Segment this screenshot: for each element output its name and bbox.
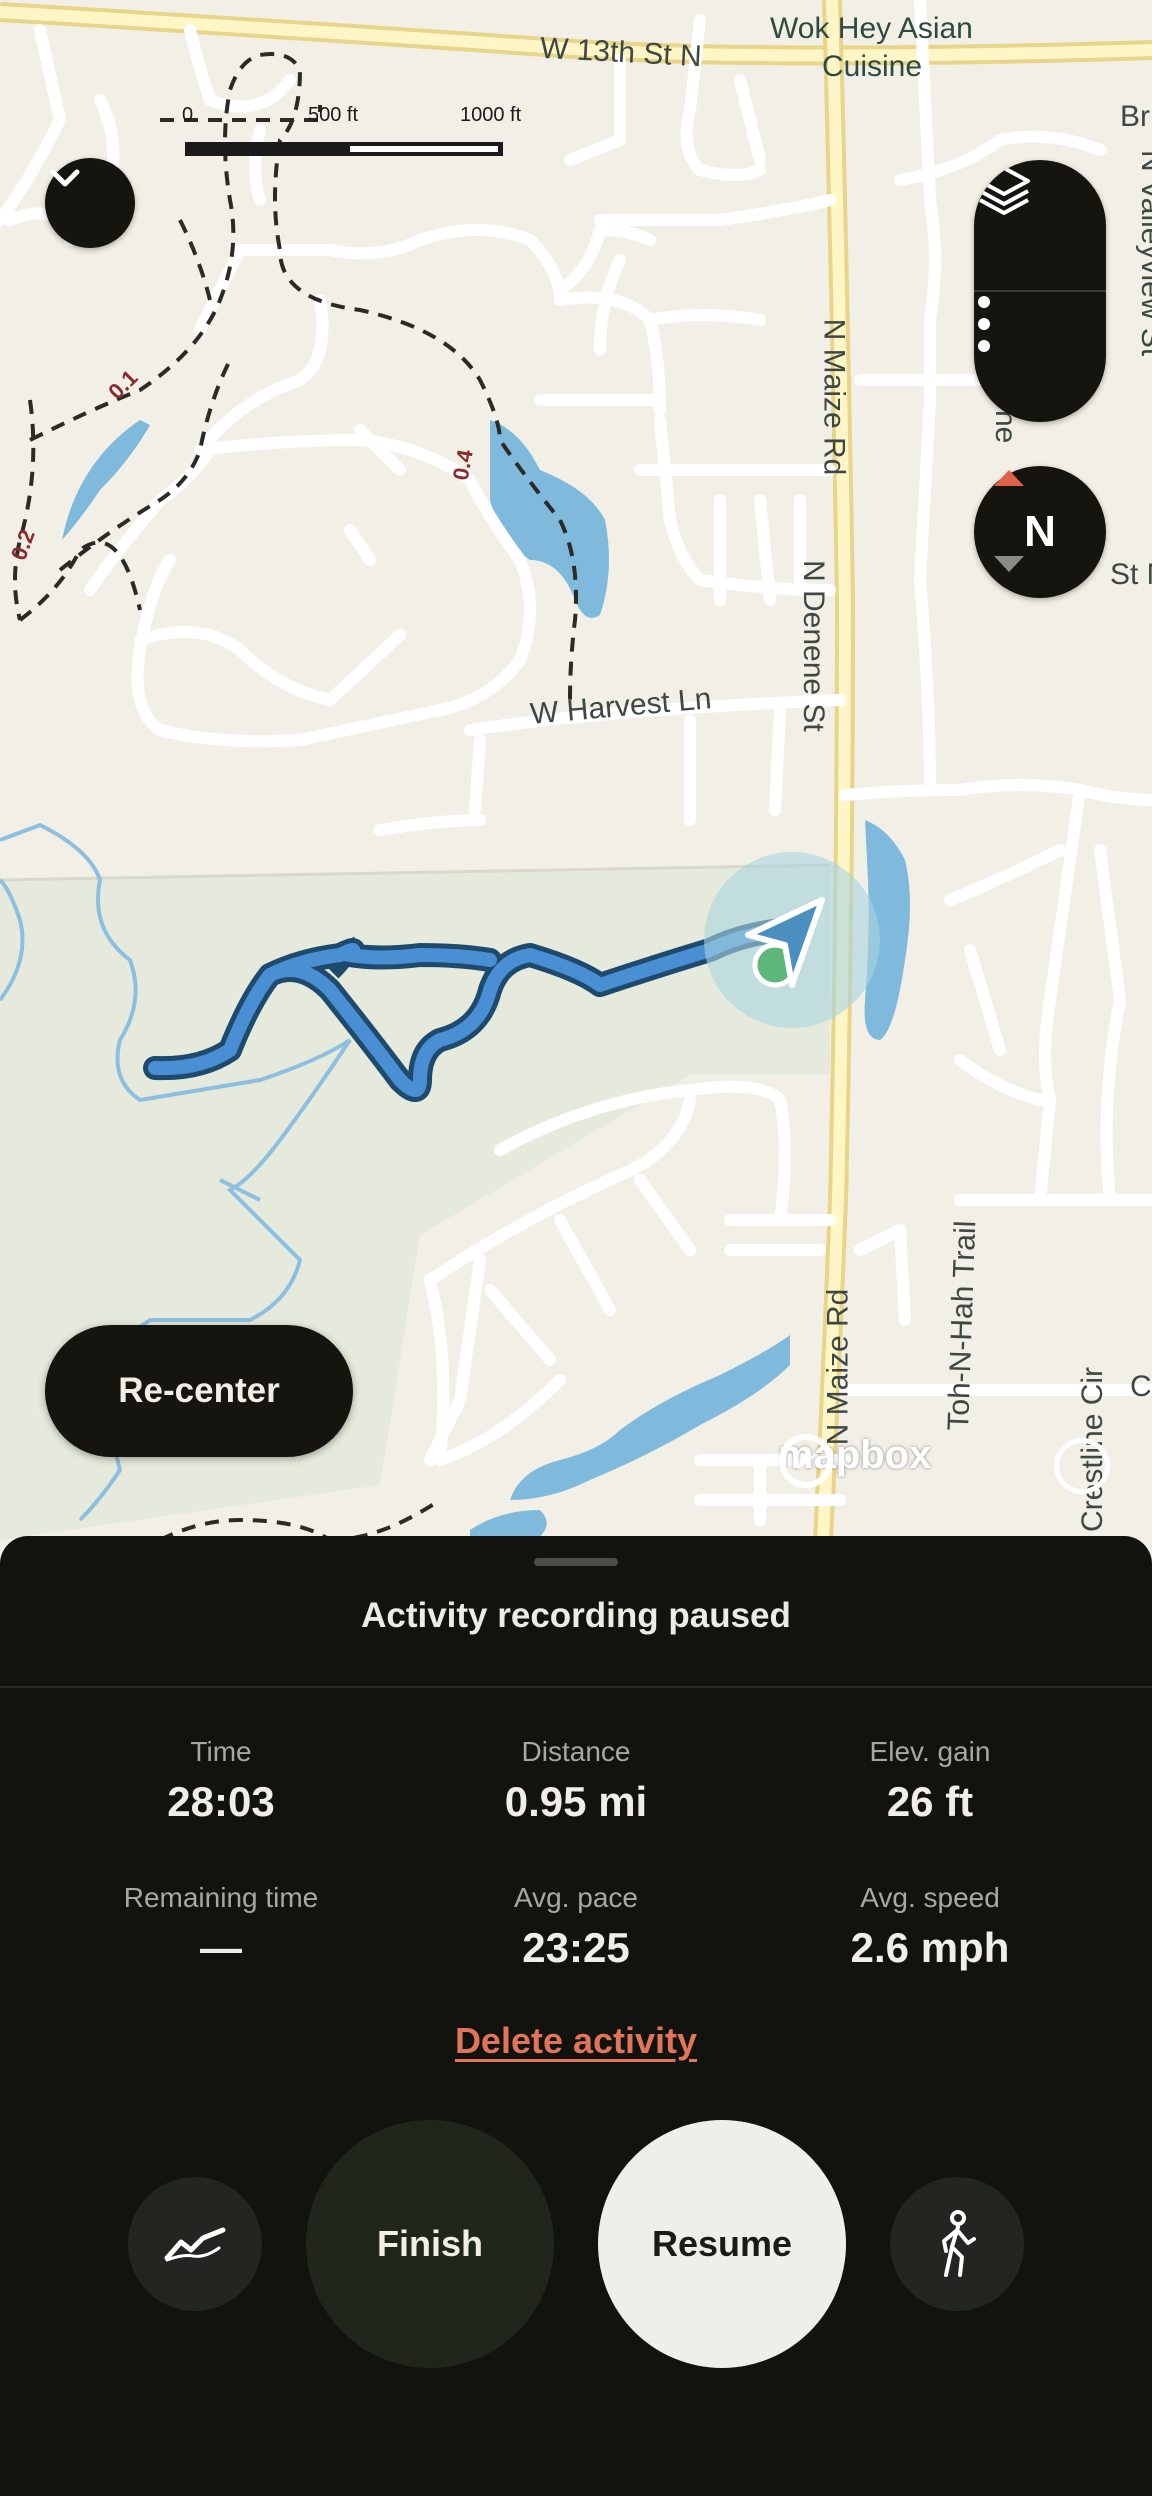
activity-bottom-sheet: Activity recording paused Time 28:03 Dis… <box>0 1536 1152 2496</box>
stat-label: Remaining time <box>123 1882 319 1913</box>
stats-chart-button[interactable] <box>128 2177 262 2311</box>
poi-label[interactable]: Wok Hey Asian <box>770 12 973 46</box>
stat-elev-gain: Elev. gain 26 ft <box>740 1736 1120 1826</box>
trail-marker: 0.4 <box>447 447 478 483</box>
sheet-drag-handle[interactable] <box>534 1558 618 1566</box>
street-label-maize-top: N Maize Rd <box>817 318 851 476</box>
poi-label-line2[interactable]: Cuisine <box>822 50 922 84</box>
more-options-button[interactable] <box>974 292 1106 422</box>
stat-time: Time 28:03 <box>31 1736 411 1826</box>
activity-type-button[interactable] <box>890 2177 1024 2311</box>
sheet-divider <box>0 1686 1152 1688</box>
hiking-person-icon <box>942 2210 976 2277</box>
layers-icon <box>978 166 1030 215</box>
street-label-maize-bottom: N Maize Rd <box>821 1288 855 1446</box>
stat-label: Distance <box>521 1736 631 1767</box>
delete-activity-link[interactable]: Delete activity <box>0 2020 1152 2062</box>
stat-label: Avg. pace <box>513 1882 639 1913</box>
finish-button[interactable]: Finish <box>306 2120 554 2368</box>
mapbox-attribution[interactable]: mapbox <box>778 1433 931 1488</box>
stat-value: 2.6 mph <box>850 1924 1010 1971</box>
resume-button[interactable]: Resume <box>598 2120 846 2368</box>
stat-value: 0.95 mi <box>504 1778 648 1825</box>
street-label-valleyview: N Valleyview St <box>1135 150 1152 357</box>
collapse-button[interactable] <box>45 158 135 248</box>
street-label-br: Br <box>1120 100 1150 133</box>
chevron-down-icon <box>50 169 80 187</box>
compass-letter: N <box>1024 507 1056 556</box>
map-options-group <box>974 160 1106 422</box>
more-vertical-icon <box>978 296 990 352</box>
map-view[interactable]: Wok Hey Asian Cuisine W 13th St N Br W H… <box>0 0 1152 1560</box>
elevation-chart-icon <box>164 2227 226 2262</box>
stat-remaining-time: Remaining time — <box>31 1882 411 1972</box>
attribution-info-button[interactable] <box>1054 1438 1110 1494</box>
street-label-stn: St N <box>1110 558 1152 591</box>
stat-avg-speed: Avg. speed 2.6 mph <box>740 1882 1120 1972</box>
compass-button[interactable]: N <box>974 466 1106 598</box>
stat-value: — <box>200 1924 242 1971</box>
recenter-button[interactable]: Re-center <box>45 1325 353 1457</box>
stat-distance: Distance 0.95 mi <box>386 1736 766 1826</box>
layers-button[interactable] <box>974 160 1106 290</box>
mapbox-logo-icon <box>779 1434 833 1488</box>
street-label-c: C <box>1130 1370 1152 1403</box>
recording-status-title: Activity recording paused <box>361 1596 791 1635</box>
stat-label: Avg. speed <box>860 1882 1000 1913</box>
stat-avg-pace: Avg. pace 23:25 <box>386 1882 766 1972</box>
scale-label-zero: 0 <box>182 104 194 126</box>
scale-label-mid: 500 ft <box>308 104 359 126</box>
stat-label: Elev. gain <box>869 1736 991 1767</box>
stat-label: Time <box>190 1736 252 1767</box>
scale-label-end: 1000 ft <box>460 104 522 126</box>
stat-value: 28:03 <box>167 1778 275 1825</box>
street-label-denene: N Denene St <box>797 560 830 732</box>
stat-value: 26 ft <box>886 1778 974 1825</box>
stat-value: 23:25 <box>522 1924 630 1971</box>
